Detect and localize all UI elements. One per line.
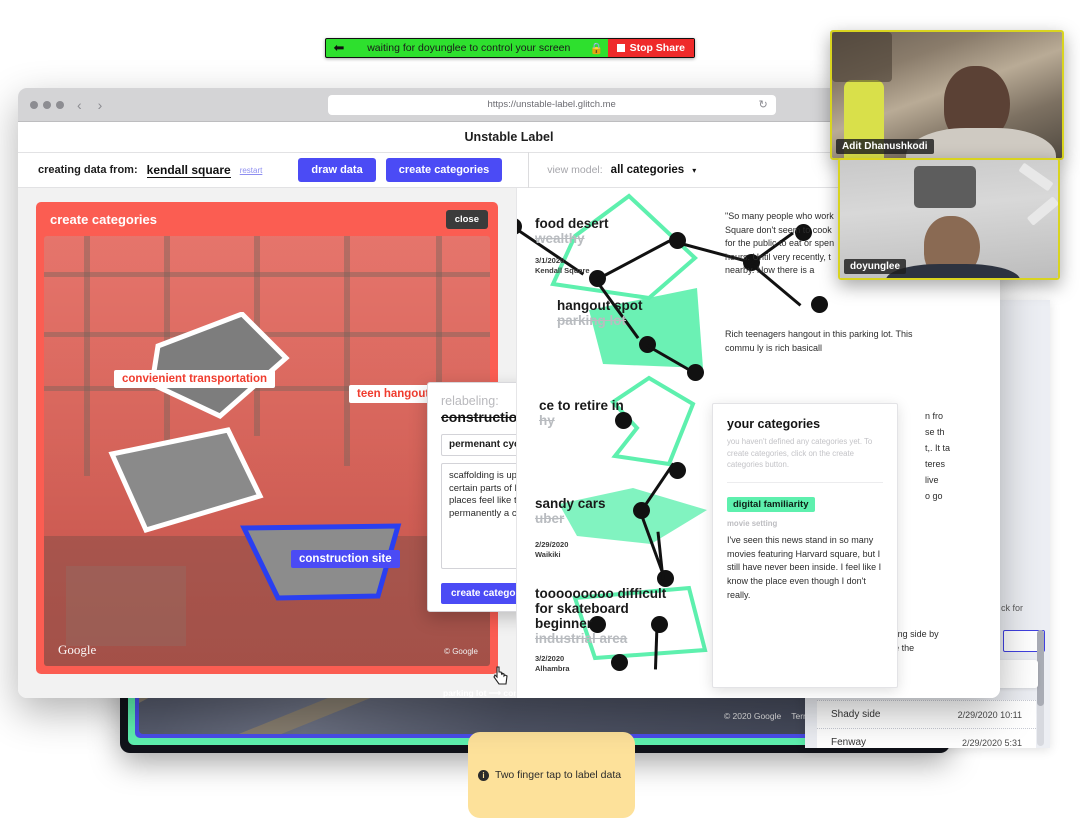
- caret-down-icon[interactable]: ▾: [692, 166, 696, 175]
- graph-node[interactable]: [687, 364, 704, 381]
- model-fragment: teres: [925, 459, 946, 469]
- category-description-textarea[interactable]: [441, 462, 516, 569]
- back-arrow-icon[interactable]: ⬅: [326, 40, 352, 56]
- create-category-button[interactable]: create category: [441, 582, 516, 604]
- video-name-doyunglee: doyunglee: [844, 259, 907, 274]
- reload-icon[interactable]: ↻: [758, 98, 767, 111]
- data-source-value[interactable]: kendall square: [146, 163, 231, 178]
- restart-link[interactable]: restart: [240, 166, 263, 175]
- view-model-label: view model:: [547, 164, 603, 176]
- chevron-right-icon[interactable]: ›: [95, 97, 106, 113]
- draw-data-button[interactable]: draw data: [298, 158, 376, 182]
- video-tile-doyunglee[interactable]: doyunglee: [838, 158, 1060, 280]
- relabeling-dialog[interactable]: relabeling: construction site create cat…: [427, 382, 516, 612]
- view-model-value[interactable]: all categories: [611, 164, 685, 176]
- create-categories-header: create categories close: [36, 202, 498, 236]
- chevron-left-icon[interactable]: ‹: [74, 97, 85, 113]
- model-label-skateboard[interactable]: tooooooooo difficult for skateboard begi…: [535, 586, 677, 646]
- photo-cutout-polygon[interactable]: [150, 312, 290, 422]
- category-body: I've seen this news stand in so many mov…: [727, 535, 882, 600]
- table-row-date: 2/29/2020 10:11: [957, 709, 1022, 720]
- create-categories-button[interactable]: create categories: [385, 158, 503, 182]
- street-view-photo[interactable]: Google © Google: [44, 236, 490, 666]
- model-fragment: o go: [925, 491, 943, 501]
- left-pane: create categories close Google © Google …: [18, 188, 516, 698]
- table-row-date: 2/29/2020 5:31: [961, 737, 1022, 748]
- address-bar[interactable]: https://unstable-label.glitch.me ↻: [327, 94, 776, 115]
- model-fragment: n fro: [925, 411, 944, 421]
- relabeling-footer: parking lot ⟶ construction site: [443, 688, 516, 698]
- bg-fragment: ck for: [1001, 603, 1024, 613]
- model-date-0: 3/1/2020 Kendall Square: [535, 256, 590, 275]
- share-status-text: waiting for doyunglee to control your sc…: [367, 42, 571, 54]
- graph-node[interactable]: [811, 296, 828, 313]
- person-body: [886, 264, 1020, 278]
- model-fragment: live: [925, 475, 939, 485]
- toast-text: Two finger tap to label data: [495, 769, 622, 781]
- background-object: [1026, 196, 1058, 226]
- background-object: [832, 32, 892, 82]
- creating-data-label: creating data from:: [38, 164, 138, 176]
- window-controls[interactable]: [30, 100, 64, 109]
- model-paragraph-1: Rich teenagers hangout in this parking l…: [725, 329, 913, 353]
- model-label-retire[interactable]: ce to retire in hy: [539, 398, 624, 428]
- info-icon: i: [478, 769, 489, 781]
- table-row[interactable]: Shady side 2/29/2020 10:11: [817, 700, 1036, 728]
- card-divider: [727, 482, 883, 484]
- address-bar-url: https://unstable-label.glitch.me: [487, 99, 616, 110]
- model-fragment: t,. It ta: [925, 443, 951, 453]
- stop-share-label: Stop Share: [629, 42, 685, 54]
- lock-icon[interactable]: 🔒: [586, 42, 608, 55]
- category-subtitle: movie setting: [727, 519, 778, 529]
- your-categories-title: your categories: [727, 417, 821, 431]
- table-row-name: Fenway: [831, 737, 867, 748]
- relabeling-kicker: relabeling:: [441, 394, 499, 408]
- photo-cutout-polygon[interactable]: [108, 426, 268, 536]
- graph-node[interactable]: [669, 462, 686, 479]
- label-chip-construction-site[interactable]: construction site: [291, 550, 400, 568]
- screen-share-bar: ⬅ waiting for doyunglee to control your …: [325, 38, 695, 58]
- model-label-hangout-spot[interactable]: hangout spot parking lot: [557, 298, 642, 328]
- model-fragment: se th: [925, 427, 945, 437]
- stop-square-icon: [616, 44, 625, 52]
- background-object: [1018, 162, 1054, 192]
- your-categories-card[interactable]: your categories you haven't defined any …: [712, 403, 898, 688]
- background-object: [914, 166, 976, 208]
- bg-scrollbar[interactable]: [1037, 630, 1044, 746]
- label-chip-transportation[interactable]: convienient transportation: [114, 370, 276, 388]
- your-categories-hint: you haven't defined any categories yet. …: [727, 437, 873, 470]
- new-label-input[interactable]: [441, 433, 516, 456]
- model-label-sandy-cars[interactable]: sandy cars uber: [535, 496, 606, 526]
- google-logo: Google: [58, 642, 97, 657]
- video-name-adit: Adit Dhanushkodi: [836, 139, 934, 154]
- model-date-4: 3/2/2020 Alhambra: [535, 654, 570, 673]
- create-categories-title: create categories: [50, 211, 157, 227]
- relabeling-old-label: construction site: [441, 408, 516, 425]
- table-row[interactable]: Fenway 2/29/2020 5:31: [817, 728, 1036, 748]
- model-date-3: 2/29/2020 Waikiki: [535, 540, 569, 559]
- video-tile-adit[interactable]: Adit Dhanushkodi: [830, 30, 1064, 160]
- stop-share-button[interactable]: Stop Share: [607, 39, 694, 57]
- map-credit-copyright: © 2020 Google: [723, 711, 782, 721]
- graph-node[interactable]: [657, 570, 674, 587]
- graph-node[interactable]: [611, 654, 628, 671]
- model-label-food-desert[interactable]: food desert wealthy: [535, 216, 609, 246]
- map-toast: i Two finger tap to label data: [468, 732, 636, 818]
- close-create-categories-button[interactable]: close: [445, 209, 488, 229]
- relabeling-actions: create category close: [441, 582, 516, 604]
- category-tag[interactable]: digital familiarity: [727, 497, 815, 513]
- table-row-name: Shady side: [831, 709, 881, 720]
- photo-credit: © Google: [444, 647, 478, 656]
